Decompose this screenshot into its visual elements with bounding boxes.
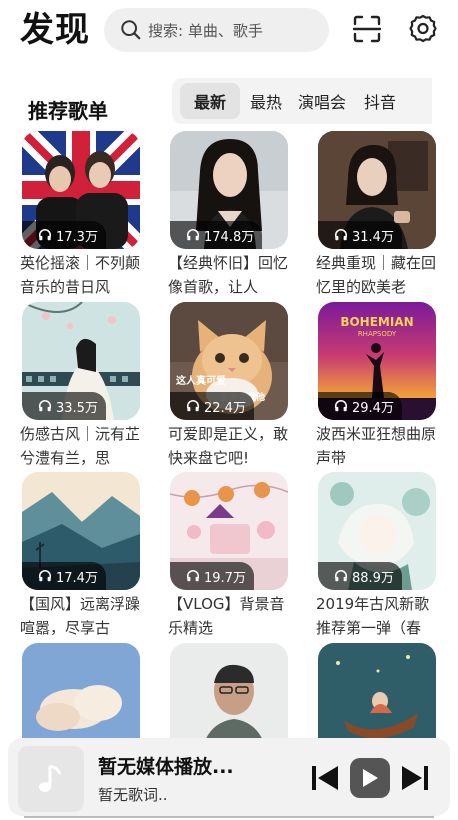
headphones-icon bbox=[38, 570, 52, 582]
tab-douyin[interactable]: 抖音 bbox=[352, 78, 408, 124]
play-count-value: 19.7万 bbox=[204, 570, 246, 586]
play-count: 174.8万 bbox=[170, 221, 263, 249]
scan-button[interactable] bbox=[350, 12, 384, 46]
playlist-title[interactable]: 【经典怀旧】回忆像首歌，让人 bbox=[168, 251, 292, 299]
music-note-icon bbox=[39, 764, 62, 792]
playlist-cover[interactable]: 17.4万 bbox=[22, 472, 140, 590]
cover-caption: RHAPSODY bbox=[358, 330, 397, 338]
search-icon bbox=[121, 20, 141, 40]
headphones-icon bbox=[38, 229, 52, 241]
player-artwork[interactable] bbox=[18, 746, 84, 812]
playlist-card[interactable]: 174.8万 【经典怀旧】回忆像首歌，让人 bbox=[168, 131, 288, 299]
search-bar[interactable]: 搜索: 单曲、歌手 bbox=[104, 8, 329, 52]
play-count: 19.7万 bbox=[170, 562, 254, 590]
playlist-cover[interactable]: 这人真可爱 要要会盘他 22.4万 bbox=[170, 302, 288, 420]
playlist-card[interactable]: 88.9万 2019年古风新歌推荐第一弹（春 bbox=[316, 472, 436, 640]
play-count: 17.3万 bbox=[22, 221, 106, 249]
playlist-title[interactable]: 波西米亚狂想曲原声带 bbox=[316, 422, 440, 470]
play-count-value: 29.4万 bbox=[352, 400, 394, 416]
next-button[interactable] bbox=[398, 762, 432, 794]
player-track-title: 暂无媒体播放... bbox=[98, 756, 234, 778]
scan-icon bbox=[352, 15, 382, 43]
play-icon bbox=[363, 769, 378, 787]
play-count-value: 33.5万 bbox=[56, 400, 98, 416]
play-count: 29.4万 bbox=[318, 392, 402, 420]
skip-previous-icon bbox=[312, 766, 338, 790]
headphones-icon bbox=[186, 570, 200, 582]
playlist-card[interactable]: 这人真可爱 要要会盘他 22.4万 可爱即是正义，敢快来盘它吧! bbox=[168, 302, 288, 470]
skip-next-icon bbox=[402, 766, 428, 790]
play-count-value: 88.9万 bbox=[352, 570, 394, 586]
playlist-card[interactable]: 17.4万 【国风】远离浮躁喧嚣，尽享古 bbox=[20, 472, 140, 640]
settings-button[interactable] bbox=[406, 12, 440, 46]
playlist-cover[interactable]: 19.7万 bbox=[170, 472, 288, 590]
play-count: 31.4万 bbox=[318, 221, 402, 249]
play-button[interactable] bbox=[350, 758, 390, 798]
header: 发现 搜索: 单曲、歌手 bbox=[0, 0, 458, 62]
category-tabs: 最新 最热 演唱会 抖音 bbox=[172, 78, 432, 124]
section-title: 推荐歌单 bbox=[28, 99, 108, 123]
playlist-cover[interactable]: BOHEMIAN RHAPSODY 29.4万 bbox=[318, 302, 436, 420]
playlist-card[interactable]: 19.7万 【VLOG】背景音乐精选 bbox=[168, 472, 288, 640]
headphones-icon bbox=[38, 400, 52, 412]
play-count: 17.4万 bbox=[22, 562, 106, 590]
playlist-title[interactable]: 2019年古风新歌推荐第一弹（春 bbox=[316, 592, 440, 640]
page-logo: 发现 bbox=[20, 10, 90, 50]
cover-caption: BOHEMIAN bbox=[340, 315, 413, 329]
playlist-title[interactable]: 伤感古风｜沅有芷兮澧有兰，思 bbox=[20, 422, 144, 470]
play-count: 22.4万 bbox=[170, 392, 254, 420]
discover-screen: 发现 搜索: 单曲、歌手 推荐歌单 最新 最热 演唱会 抖音 17.3万 英伦摇… bbox=[0, 0, 458, 820]
player-lyric: 暂无歌词.. bbox=[98, 786, 168, 804]
playlist-cover[interactable]: 174.8万 bbox=[170, 131, 288, 249]
playlist-title[interactable]: 英伦摇滚｜不列颠音乐的昔日风 bbox=[20, 251, 144, 299]
play-count: 33.5万 bbox=[22, 392, 106, 420]
playlist-cover[interactable]: 33.5万 bbox=[22, 302, 140, 420]
playlist-title[interactable]: 可爱即是正义，敢快来盘它吧! bbox=[168, 422, 292, 470]
headphones-icon bbox=[186, 229, 200, 241]
play-count-value: 22.4万 bbox=[204, 400, 246, 416]
tab-hottest[interactable]: 最热 bbox=[240, 78, 292, 124]
headphones-icon bbox=[334, 229, 348, 241]
playlist-cover[interactable]: 88.9万 bbox=[318, 472, 436, 590]
playlist-title[interactable]: 经典重现｜藏在回忆里的欧美老 bbox=[316, 251, 440, 299]
headphones-icon bbox=[334, 400, 348, 412]
play-count-value: 17.4万 bbox=[56, 570, 98, 586]
playlist-card[interactable]: 31.4万 经典重现｜藏在回忆里的欧美老 bbox=[316, 131, 436, 299]
playlist-cover[interactable]: 31.4万 bbox=[318, 131, 436, 249]
play-count-value: 31.4万 bbox=[352, 229, 394, 245]
headphones-icon bbox=[334, 570, 348, 582]
playlist-title[interactable]: 【国风】远离浮躁喧嚣，尽享古 bbox=[20, 592, 144, 640]
headphones-icon bbox=[186, 400, 200, 412]
mini-player[interactable]: 暂无媒体播放... 暂无歌词.. bbox=[8, 738, 450, 816]
tab-latest[interactable]: 最新 bbox=[180, 83, 241, 119]
cover-caption: 这人真可爱 bbox=[176, 374, 226, 387]
play-count: 88.9万 bbox=[318, 562, 402, 590]
playlist-cover[interactable]: 17.3万 bbox=[22, 131, 140, 249]
gear-icon bbox=[409, 14, 437, 43]
prev-button[interactable] bbox=[308, 762, 342, 794]
play-count-value: 174.8万 bbox=[204, 229, 255, 245]
play-count-value: 17.3万 bbox=[56, 229, 98, 245]
playlist-card[interactable]: BOHEMIAN RHAPSODY 29.4万 波西米亚狂想曲原声带 bbox=[316, 302, 436, 470]
playlist-card[interactable]: 33.5万 伤感古风｜沅有芷兮澧有兰，思 bbox=[20, 302, 140, 470]
tab-concert[interactable]: 演唱会 bbox=[292, 78, 352, 124]
search-placeholder: 搜索: 单曲、歌手 bbox=[148, 21, 263, 40]
playlist-title[interactable]: 【VLOG】背景音乐精选 bbox=[168, 592, 292, 640]
divider bbox=[24, 816, 434, 818]
playlist-card[interactable]: 17.3万 英伦摇滚｜不列颠音乐的昔日风 bbox=[20, 131, 140, 299]
